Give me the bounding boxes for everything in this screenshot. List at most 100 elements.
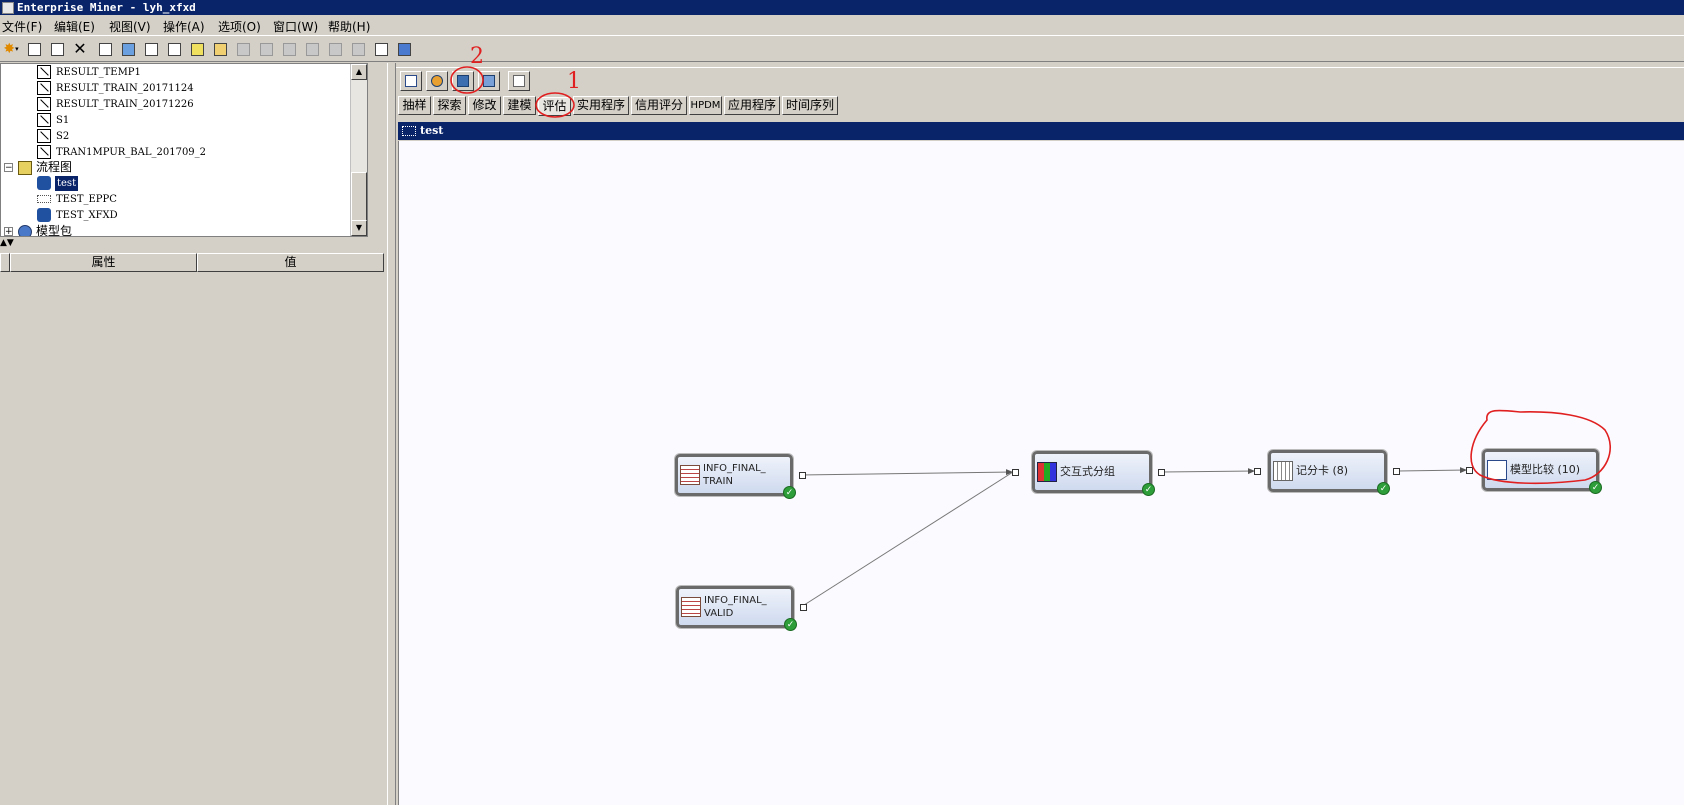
properties-button[interactable] bbox=[96, 40, 114, 58]
score-icon bbox=[483, 75, 495, 87]
diagram-workspace: 抽样 探索 修改 建模 评估 实用程序 信用评分 HPDM 应用程序 时间序列 … bbox=[396, 63, 1684, 805]
tree-folder-label: 流程图 bbox=[36, 160, 73, 174]
value-column-header[interactable]: 值 bbox=[197, 253, 384, 272]
chart-icon bbox=[405, 75, 417, 87]
scroll-thumb[interactable] bbox=[351, 172, 367, 222]
output-port[interactable] bbox=[800, 604, 807, 611]
menu-options[interactable]: 选项(O) bbox=[218, 18, 261, 35]
input-port[interactable] bbox=[1466, 467, 1473, 474]
input-port[interactable] bbox=[1012, 469, 1019, 476]
dataset-icon bbox=[37, 65, 51, 79]
scorecard-icon bbox=[1273, 461, 1293, 481]
input-port[interactable] bbox=[1254, 468, 1261, 475]
project-tree: RESULT_TEMP1 RESULT_TRAIN_20171124 RESUL… bbox=[0, 63, 368, 237]
node-tabs: 抽样 探索 修改 建模 评估 实用程序 信用评分 HPDM 应用程序 时间序列 bbox=[396, 96, 1684, 116]
check-icon: ✓ bbox=[1377, 482, 1390, 495]
new-dropdown-button[interactable]: ✸ ▾ bbox=[0, 40, 22, 58]
import-button[interactable] bbox=[142, 40, 160, 58]
run-button[interactable] bbox=[234, 40, 252, 58]
interactive-grouping-icon bbox=[1037, 462, 1057, 482]
help-icon bbox=[374, 42, 388, 56]
segment-profile-icon bbox=[513, 75, 525, 87]
tree-item-label: TEST_XFXD bbox=[56, 210, 118, 221]
close-icon: ✕ bbox=[73, 39, 87, 58]
stop-button[interactable] bbox=[257, 40, 275, 58]
tree-item-label: RESULT_TRAIN_20171124 bbox=[56, 83, 194, 94]
tab-time-series[interactable]: 时间序列 bbox=[782, 96, 838, 115]
tree-scrollbar[interactable]: ▲ ▼ bbox=[350, 64, 367, 236]
check-icon: ✓ bbox=[784, 618, 797, 631]
copy-icon bbox=[27, 42, 41, 56]
node-interactive-grouping[interactable]: 交互式分组 ✓ bbox=[1032, 451, 1155, 496]
check-icon: ✓ bbox=[783, 486, 796, 499]
diagram-button[interactable] bbox=[119, 40, 137, 58]
paste-button[interactable] bbox=[48, 40, 66, 58]
output-port[interactable] bbox=[1393, 468, 1400, 475]
collapse-toggle[interactable]: − bbox=[4, 163, 13, 173]
menu-view[interactable]: 视图(V) bbox=[109, 18, 151, 35]
model-comparison-icon bbox=[457, 75, 469, 87]
report-button[interactable] bbox=[349, 40, 367, 58]
tab-utility[interactable]: 实用程序 bbox=[573, 96, 629, 115]
help-button[interactable] bbox=[372, 40, 390, 58]
dataset-icon bbox=[37, 97, 51, 111]
layout-button[interactable] bbox=[326, 40, 344, 58]
results-icon bbox=[282, 42, 296, 56]
node-scorecard[interactable]: 记分卡 (8) ✓ bbox=[1268, 450, 1390, 495]
diagram-icon bbox=[37, 195, 51, 203]
connection-valid-to-group bbox=[800, 471, 1014, 608]
tab-model[interactable]: 建模 bbox=[503, 96, 536, 115]
menu-window[interactable]: 窗口(W) bbox=[273, 18, 318, 35]
tab-credit-scoring[interactable]: 信用评分 bbox=[631, 96, 687, 115]
cutoff-icon bbox=[431, 75, 443, 87]
sun-icon: ✸ bbox=[3, 41, 16, 57]
copy-button[interactable] bbox=[25, 40, 43, 58]
node-info-final-train[interactable]: INFO_FINAL_ TRAIN ✓ bbox=[675, 454, 796, 499]
book-icon bbox=[397, 42, 411, 56]
tab-assess[interactable]: 评估 bbox=[538, 97, 571, 116]
menu-help[interactable]: 帮助(H) bbox=[328, 18, 370, 35]
node-tool-button[interactable] bbox=[478, 71, 500, 91]
diagram-icon bbox=[121, 42, 135, 56]
output-port[interactable] bbox=[1158, 469, 1165, 476]
main-toolbar: ✸ ▾ ✕ bbox=[0, 37, 1684, 62]
properties-icon bbox=[98, 42, 112, 56]
notes-button[interactable] bbox=[165, 40, 183, 58]
menu-edit[interactable]: 编辑(E) bbox=[54, 18, 95, 35]
connection-group-to-scorecard bbox=[1161, 468, 1256, 475]
node-label: INFO_FINAL_ TRAIN bbox=[703, 463, 766, 487]
results-button[interactable] bbox=[280, 40, 298, 58]
expand-toggle[interactable]: + bbox=[4, 227, 13, 236]
tab-hpdm[interactable]: HPDM bbox=[689, 96, 722, 115]
tab-explore[interactable]: 探索 bbox=[433, 96, 466, 115]
tab-modify[interactable]: 修改 bbox=[468, 96, 501, 115]
tree-item-label: TRAN1MPUR_BAL_201709_2 bbox=[56, 147, 207, 158]
property-column-header[interactable]: 属性 bbox=[10, 253, 197, 272]
scroll-up-button[interactable]: ▲ bbox=[351, 64, 367, 80]
node-tool-button[interactable] bbox=[400, 71, 422, 91]
folder-button[interactable] bbox=[211, 40, 229, 58]
splitter-arrows[interactable]: ▲▼ bbox=[0, 239, 14, 248]
output-port[interactable] bbox=[799, 472, 806, 479]
node-tool-button[interactable] bbox=[508, 71, 530, 91]
menu-actions[interactable]: 操作(A) bbox=[163, 18, 205, 35]
node-info-final-valid[interactable]: INFO_FINAL_ VALID ✓ bbox=[676, 586, 797, 631]
magnifier-icon bbox=[190, 42, 204, 56]
tab-applications[interactable]: 应用程序 bbox=[724, 96, 780, 115]
model-comparison-tool-button[interactable] bbox=[452, 71, 474, 91]
report-icon bbox=[351, 42, 365, 56]
pane-splitter[interactable] bbox=[387, 63, 396, 805]
menu-file[interactable]: 文件(F) bbox=[2, 18, 42, 35]
notes-icon bbox=[167, 42, 181, 56]
tab-sample[interactable]: 抽样 bbox=[398, 96, 431, 115]
node-tool-button[interactable] bbox=[426, 71, 448, 91]
explore-button[interactable] bbox=[188, 40, 206, 58]
refresh-button[interactable] bbox=[303, 40, 321, 58]
stop-icon bbox=[259, 42, 273, 56]
delete-button[interactable]: ✕ bbox=[71, 40, 89, 58]
scroll-down-button[interactable]: ▼ bbox=[351, 220, 367, 236]
diagram-canvas[interactable]: INFO_FINAL_ TRAIN ✓ INFO_FINAL_ VALID ✓ … bbox=[398, 141, 1684, 805]
window-title-bar: Enterprise Miner - lyh_xfxd bbox=[0, 0, 1684, 15]
book-button[interactable] bbox=[395, 40, 413, 58]
node-model-comparison[interactable]: 模型比较 (10) ✓ bbox=[1482, 449, 1602, 494]
